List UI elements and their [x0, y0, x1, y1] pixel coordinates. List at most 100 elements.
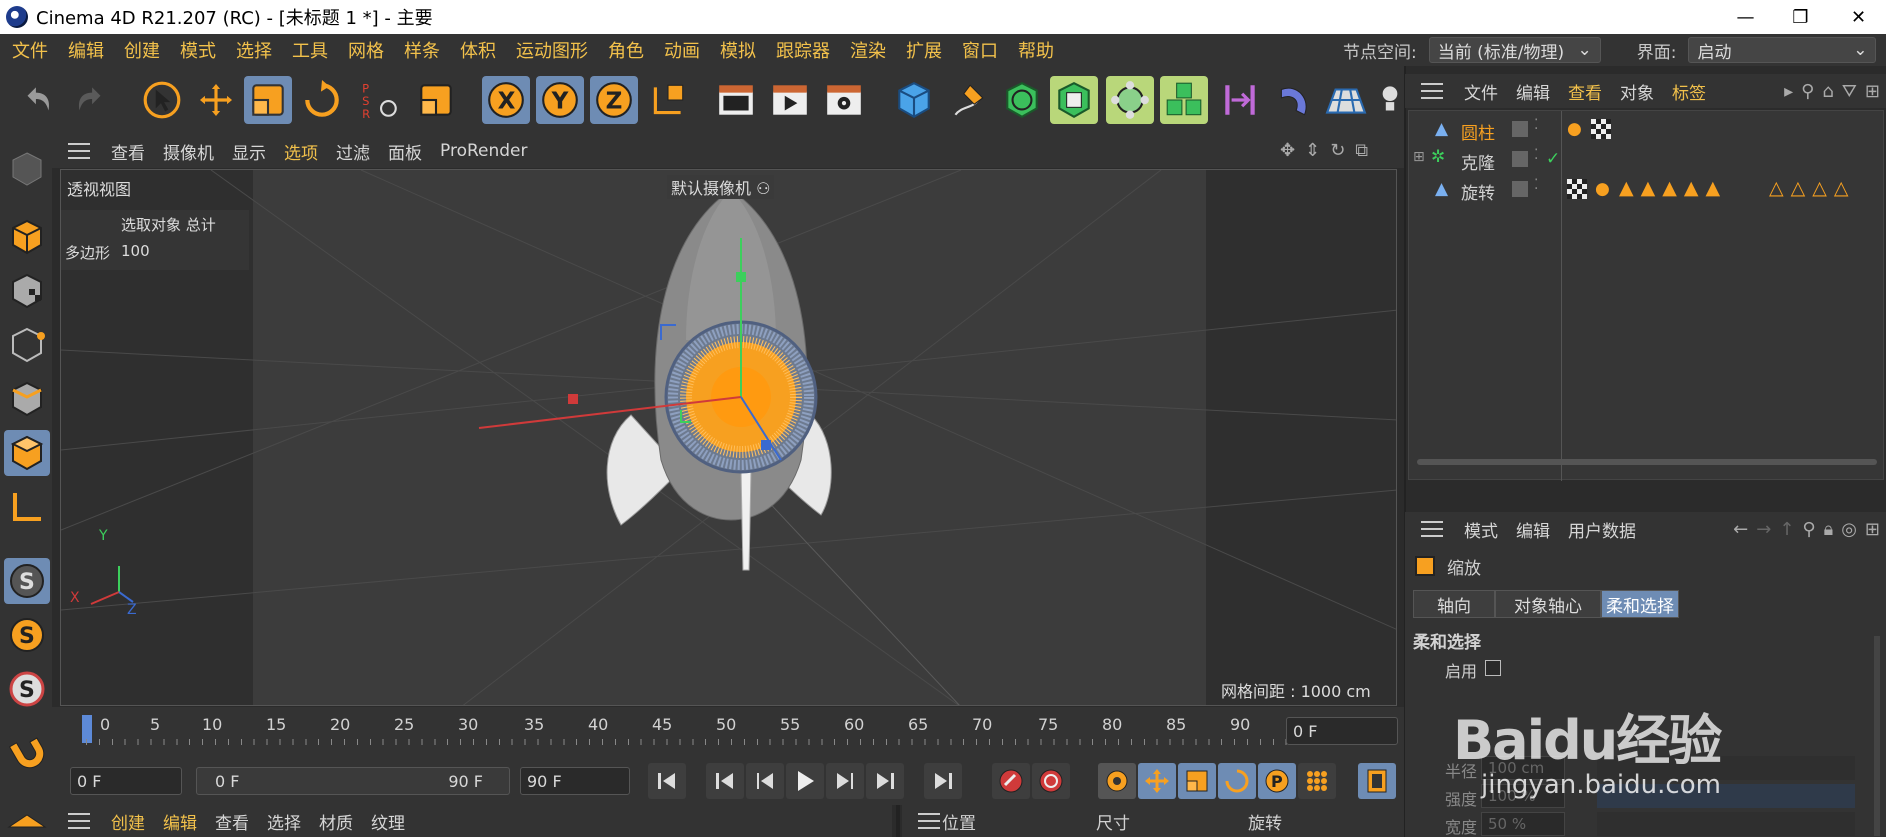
timeline-window-button[interactable] — [1358, 763, 1396, 799]
goto-end-button[interactable] — [924, 763, 962, 799]
viewport-menu-view[interactable]: 查看 — [102, 139, 154, 164]
play-button[interactable] — [786, 763, 824, 799]
new-window-icon[interactable]: ⊞ — [1865, 81, 1880, 102]
menu-file[interactable]: 文件 — [2, 37, 58, 63]
menu-character[interactable]: 角色 — [598, 37, 654, 63]
key-parameter-button[interactable]: P — [1258, 763, 1296, 799]
y-axis-lock-button[interactable]: Y — [536, 76, 584, 124]
am-menu-userdata[interactable]: 用户数据 — [1559, 517, 1645, 542]
undo-button[interactable] — [14, 76, 62, 124]
home-icon[interactable]: ⌂ — [1822, 81, 1833, 102]
menu-select[interactable]: 选择 — [226, 37, 282, 63]
key-pla-button[interactable] — [1298, 763, 1336, 799]
layer-icon[interactable] — [1512, 151, 1528, 167]
render-settings-button[interactable] — [820, 76, 868, 124]
enable-checkbox[interactable] — [1485, 660, 1501, 676]
make-editable-button[interactable] — [4, 146, 50, 192]
recent-tool-button[interactable] — [412, 76, 460, 124]
node-space-dropdown[interactable]: 当前 (标准/物理) ⌄ — [1428, 37, 1601, 63]
menu-mograph[interactable]: 运动图形 — [506, 37, 598, 63]
menu-spline[interactable]: 样条 — [394, 37, 450, 63]
hamburger-menu-icon[interactable] — [68, 813, 90, 829]
material-menu-select[interactable]: 选择 — [258, 809, 310, 834]
camera-label[interactable]: 默认摄像机 ⚇ — [667, 175, 775, 199]
checkmark-icon[interactable]: ✓ — [1546, 149, 1560, 169]
material-tag-icon[interactable]: ● — [1567, 119, 1582, 139]
layer-icon[interactable] — [1512, 181, 1528, 197]
axis-mode-button[interactable] — [4, 484, 50, 530]
filter-icon[interactable]: ⛛ — [1842, 81, 1857, 102]
close-button[interactable]: ✕ — [1831, 0, 1886, 34]
menu-volume[interactable]: 体积 — [450, 37, 506, 63]
viewport-menu-options[interactable]: 选项 — [275, 139, 327, 164]
om-menu-tags[interactable]: 标签 — [1663, 79, 1715, 104]
viewport-menu-panel[interactable]: 面板 — [379, 139, 431, 164]
texture-mode-button[interactable] — [4, 268, 50, 314]
new-window-icon[interactable]: ⊞ — [1865, 519, 1880, 540]
prev-frame-button[interactable] — [746, 763, 784, 799]
next-frame-button[interactable] — [826, 763, 864, 799]
maximize-button[interactable]: ❐ — [1773, 0, 1828, 34]
attribute-scrollbar[interactable] — [1874, 636, 1880, 836]
start-frame-field[interactable]: 0 F — [70, 767, 182, 795]
layer-icon[interactable] — [1512, 121, 1528, 137]
menu-mesh[interactable]: 网格 — [338, 37, 394, 63]
menu-mode[interactable]: 模式 — [170, 37, 226, 63]
timeline-ruler[interactable]: 0 5 10 15 20 25 30 35 40 45 50 55 60 65 … — [52, 707, 1404, 757]
move-tool-button[interactable] — [192, 76, 240, 124]
minimize-button[interactable]: — — [1718, 0, 1773, 34]
width-field[interactable]: 50 % — [1481, 812, 1565, 836]
light-button[interactable] — [1378, 76, 1402, 124]
menu-window[interactable]: 窗口 — [952, 37, 1008, 63]
subdivision-button[interactable] — [998, 76, 1046, 124]
perspective-viewport[interactable]: 透视视图 默认摄像机 ⚇ 选取对象 总计 多边形 100 网格间距 : 1000… — [60, 169, 1397, 706]
snap-settings-button[interactable]: S — [4, 612, 50, 658]
menu-help[interactable]: 帮助 — [1008, 37, 1064, 63]
cloner-button[interactable] — [1160, 76, 1208, 124]
om-menu-file[interactable]: 文件 — [1455, 79, 1507, 104]
viewport-menu-cameras[interactable]: 摄像机 — [154, 139, 223, 164]
snap-enable-button[interactable]: S — [4, 558, 50, 604]
key-rotation-button[interactable] — [1218, 763, 1256, 799]
width-slider[interactable] — [1597, 812, 1855, 836]
workplane-snap-button[interactable]: S — [4, 666, 50, 712]
object-list-scrollbar[interactable] — [1417, 459, 1877, 465]
om-menu-objects[interactable]: 对象 — [1611, 79, 1663, 104]
scale-tool-button[interactable] — [244, 76, 292, 124]
target-icon[interactable]: ◎ — [1841, 519, 1857, 540]
rotate-tool-button[interactable] — [298, 76, 346, 124]
next-key-button[interactable] — [866, 763, 904, 799]
search-icon[interactable]: ⚲ — [1801, 81, 1814, 102]
polygon-mode-button[interactable] — [4, 430, 50, 476]
redo-button[interactable] — [66, 76, 114, 124]
menu-extensions[interactable]: 扩展 — [896, 37, 952, 63]
viewport-menu-display[interactable]: 显示 — [223, 139, 275, 164]
viewport-pan-icon[interactable]: ✥ — [1280, 140, 1295, 161]
om-menu-edit[interactable]: 编辑 — [1507, 79, 1559, 104]
render-picture-viewer-button[interactable] — [766, 76, 814, 124]
object-row-lathe[interactable]: ▲ 旋转 ⁚ ● ▲▲▲▲▲ △△△△ — [1409, 175, 1885, 205]
lock-icon[interactable]: 🔒︎ — [1824, 519, 1834, 540]
mograph-cloner-button[interactable] — [1106, 76, 1154, 124]
material-menu-texture[interactable]: 纹理 — [362, 809, 414, 834]
material-tag-icon[interactable]: ● — [1595, 179, 1610, 199]
layout-dropdown[interactable]: 启动 ⌄ — [1688, 37, 1877, 63]
live-selection-button[interactable] — [138, 76, 186, 124]
menu-tracker[interactable]: 跟踪器 — [766, 37, 840, 63]
material-menu-edit[interactable]: 编辑 — [154, 809, 206, 834]
material-menu-material[interactable]: 材质 — [310, 809, 362, 834]
tab-object-axis[interactable]: 对象轴心 — [1495, 590, 1601, 618]
tab-soft-selection[interactable]: 柔和选择 — [1601, 590, 1679, 618]
key-scale-button[interactable] — [1178, 763, 1216, 799]
search-icon[interactable]: ⚲ — [1802, 519, 1815, 540]
magnet-tool-button[interactable] — [4, 730, 50, 776]
viewport-orbit-icon[interactable]: ↻ — [1330, 140, 1345, 161]
viewport-menu-filter[interactable]: 过滤 — [327, 139, 379, 164]
deformer-button[interactable] — [1216, 76, 1264, 124]
menu-create[interactable]: 创建 — [114, 37, 170, 63]
polygon-selection-tags-icon[interactable]: ▲▲▲▲▲ — [1619, 177, 1727, 199]
hamburger-menu-icon[interactable] — [1421, 521, 1443, 537]
hamburger-menu-icon[interactable] — [1421, 83, 1443, 99]
texture-tag-icon[interactable] — [1591, 119, 1611, 139]
up-arrow-icon[interactable]: ↑ — [1779, 519, 1794, 540]
